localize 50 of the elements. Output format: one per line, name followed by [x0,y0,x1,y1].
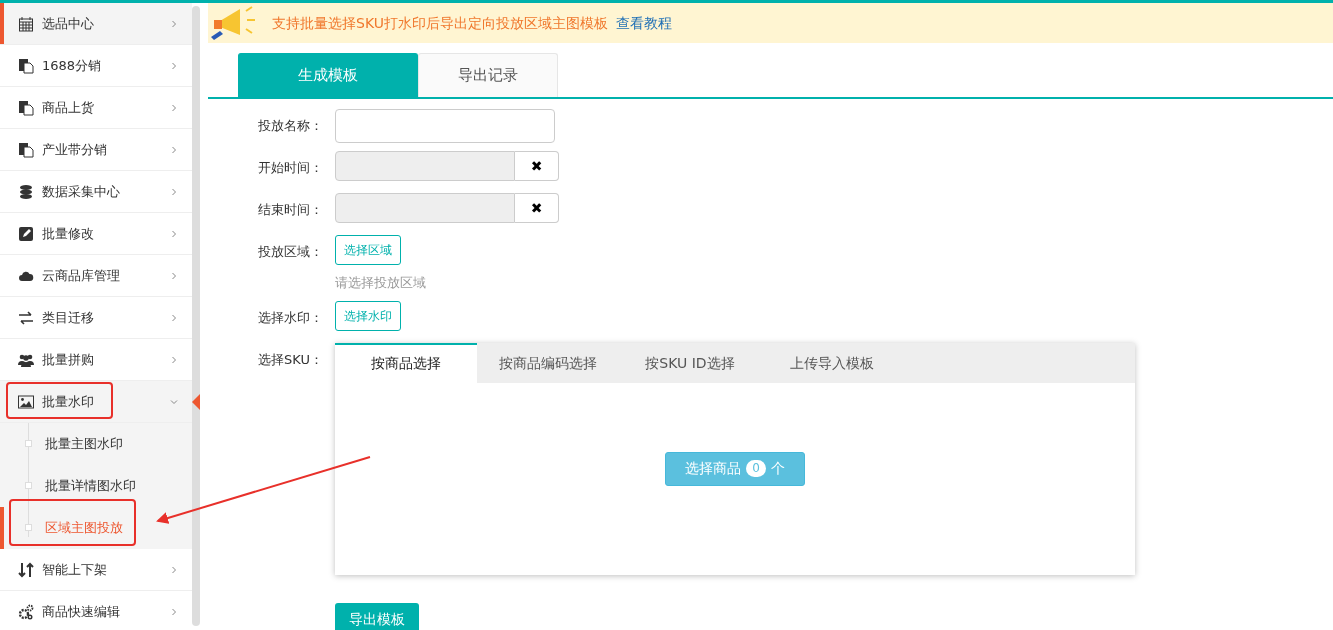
calendar-icon [18,15,34,32]
copy-icon [18,141,34,158]
sidebar-item[interactable]: 选品中心 [0,3,192,45]
tab[interactable]: 上传导入模板 [761,342,903,383]
sidebar-item[interactable]: 批量修改 [0,213,192,255]
chevron-right-icon [170,565,178,574]
gears-icon [18,603,34,620]
field-label: 开始时间： [257,159,324,177]
edit-icon [18,225,34,242]
field-label: 结束时间： [257,201,324,219]
database-icon [18,183,34,200]
chevron-right-icon [170,355,178,364]
date-field[interactable] [335,193,515,223]
clear-button[interactable]: ✖ [515,151,559,181]
chevron-right-icon [170,187,178,196]
help-text: 请选择投放区域 [335,274,426,292]
copy-icon [18,57,34,74]
scrollbar[interactable] [192,6,200,626]
clear-button[interactable]: ✖ [515,193,559,223]
chevron-down-icon [170,397,178,406]
chevron-right-icon [170,103,178,112]
sidebar-item[interactable]: 产业带分销 [0,129,192,171]
field-label: 选择水印： [257,308,324,327]
field-label: 选择SKU： [257,350,324,369]
image-icon [18,393,34,410]
chevron-right-icon [170,145,178,154]
chevron-right-icon [170,19,178,28]
sidebar-item[interactable]: 商品上货 [0,87,192,129]
count-badge: 0 [746,460,766,477]
sort-icon [18,561,34,578]
notice-text: 支持批量选择SKU打水印后导出定向投放区域主图模板 [272,13,608,33]
copy-icon [18,99,34,116]
date-field[interactable] [335,151,515,181]
field-label: 投放区域： [257,243,324,261]
text-field[interactable] [335,109,555,143]
tab[interactable]: 按商品选择 [335,342,477,383]
chevron-right-icon [170,607,178,616]
tab[interactable]: 按SKU ID选择 [619,342,761,383]
sidebar-item[interactable]: 1688分销 [0,45,192,87]
submenu-item[interactable]: 批量主图水印 [0,423,192,465]
chevron-right-icon [170,61,178,70]
tab[interactable]: 导出记录 [418,53,558,97]
field-label: 投放名称： [257,117,324,135]
tutorial-link[interactable]: 查看教程 [615,12,672,34]
chevron-right-icon [170,271,178,280]
exchange-icon [18,309,34,326]
chevron-right-icon [170,229,178,238]
chevron-right-icon [170,313,178,322]
submenu-item[interactable]: 批量详情图水印 [0,465,192,507]
tab[interactable]: 按商品编码选择 [477,342,619,383]
